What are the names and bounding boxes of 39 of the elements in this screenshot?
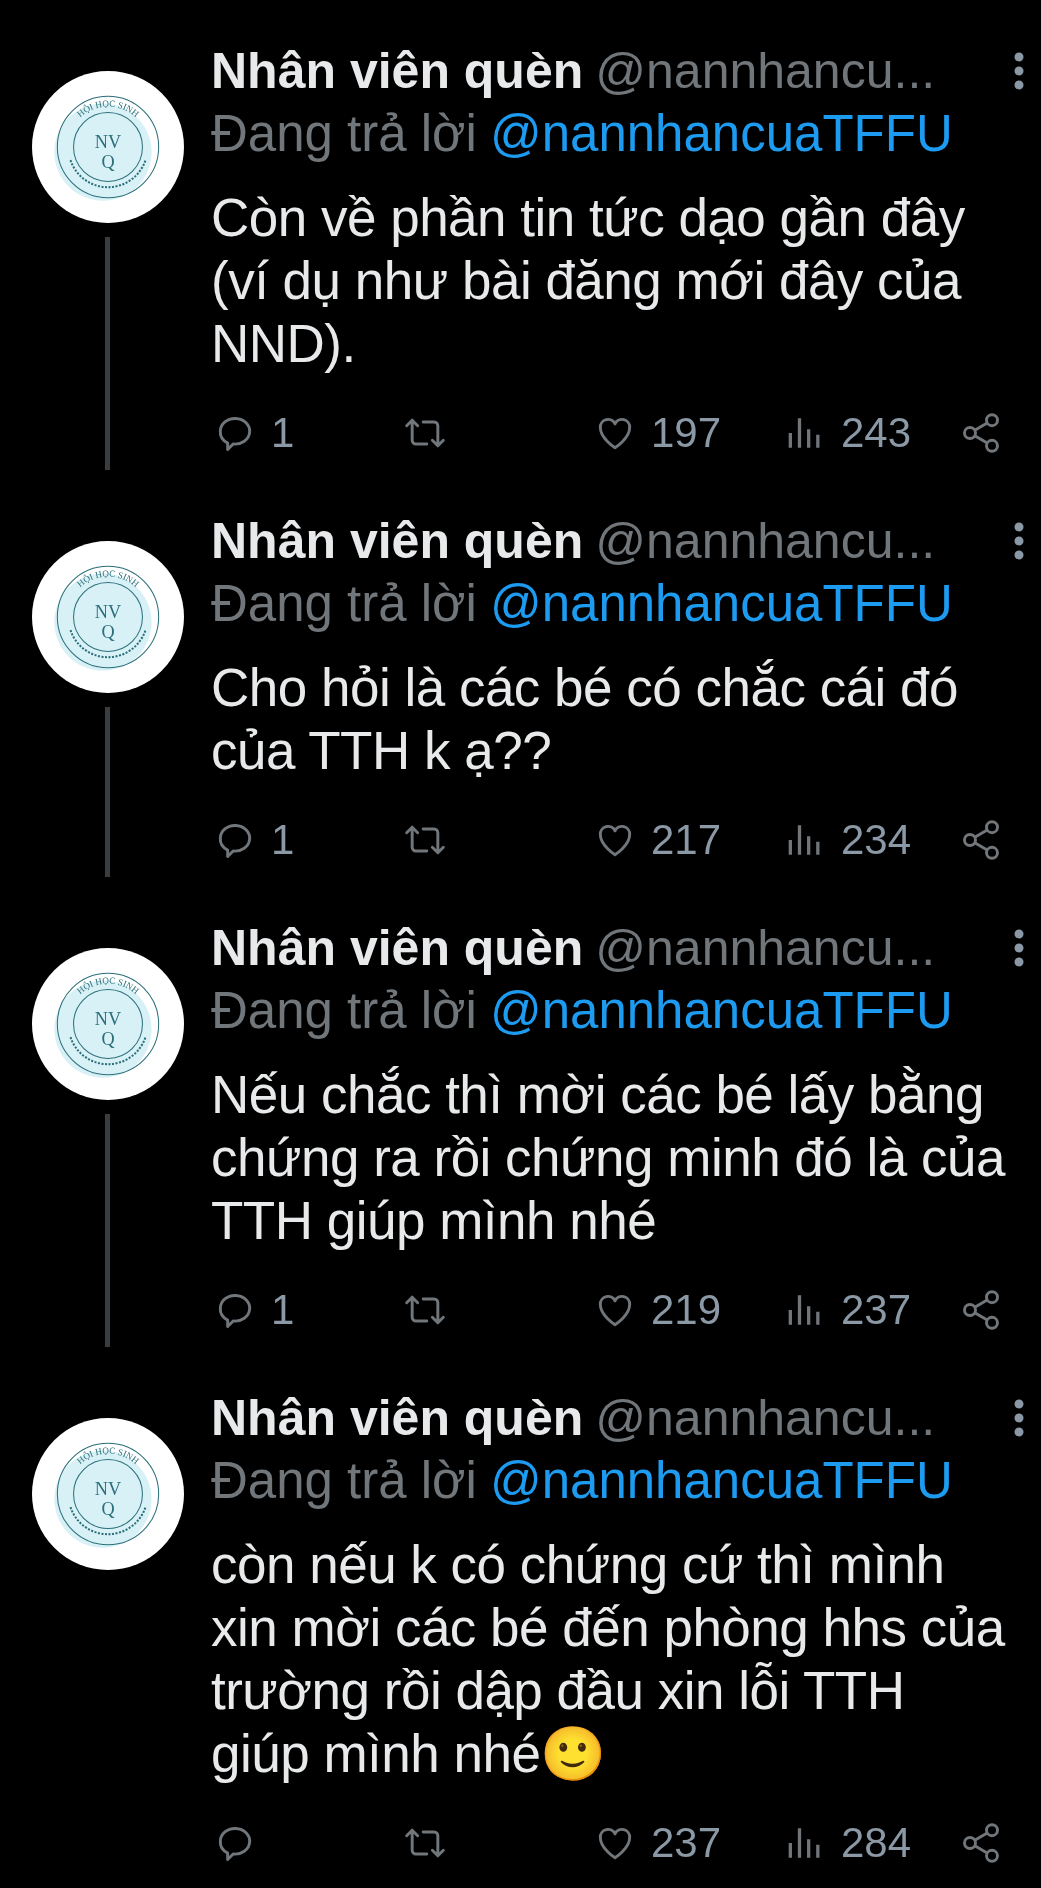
reply-count: 1 (271, 1286, 295, 1334)
tweet-text: còn nếu k có chứng cứ thì mình xin mời các bé đến phòng hhs của trường rồi dập đầu xin lỗi TTH giúp mình nhé🙂 (211, 1534, 1007, 1785)
more-options-icon[interactable] (1013, 521, 1025, 561)
avatar-logo[interactable]: HỘI HỌC SINH NV Q (31, 71, 184, 223)
author-handle[interactable]: @nannhancu... (595, 1389, 936, 1447)
author-handle[interactable]: @nannhancu... (595, 512, 936, 570)
like-count: 237 (651, 1819, 722, 1867)
more-options-icon[interactable] (1013, 51, 1025, 91)
reply-count: 1 (271, 409, 295, 457)
replying-to-label: Đang trả lời (211, 1450, 477, 1510)
view-count: 243 (841, 409, 912, 457)
mention-link[interactable]: @nannhancuaTFFU (489, 573, 953, 633)
author-name[interactable]: Nhân viên quèn (211, 512, 584, 570)
tweet-text: Còn về phần tin tức dạo gần đây (ví dụ như bài đăng mới đây của NND). (211, 187, 966, 375)
author-name[interactable]: Nhân viên quèn (211, 1389, 584, 1447)
more-options-icon[interactable] (1013, 928, 1025, 968)
avatar-logo[interactable]: HỘI HỌC SINH NV Q (31, 541, 184, 693)
like-count: 219 (651, 1286, 722, 1334)
replying-to-label: Đang trả lời (211, 573, 477, 633)
avatar-logo[interactable]: HỘI HỌC SINH NV Q (31, 948, 184, 1100)
like-count: 197 (651, 409, 722, 457)
reply-count: 1 (271, 816, 295, 864)
like-count: 217 (651, 816, 722, 864)
view-count: 234 (841, 816, 912, 864)
author-handle[interactable]: @nannhancu... (595, 919, 936, 977)
view-count: 237 (841, 1286, 912, 1334)
author-name[interactable]: Nhân viên quèn (211, 919, 584, 977)
tweet-text: Cho hỏi là các bé có chắc cái đó của TTH k ạ?? (211, 657, 960, 782)
mention-link[interactable]: @nannhancuaTFFU (489, 1450, 953, 1510)
mention-link[interactable]: @nannhancuaTFFU (489, 103, 953, 163)
replying-to-label: Đang trả lời (211, 980, 477, 1040)
avatar-logo[interactable]: HỘI HỌC SINH NV Q (31, 1418, 184, 1570)
replying-to-label: Đang trả lời (211, 103, 477, 163)
mention-link[interactable]: @nannhancuaTFFU (489, 980, 953, 1040)
author-name[interactable]: Nhân viên quèn (211, 42, 584, 100)
author-handle[interactable]: @nannhancu... (595, 42, 936, 100)
more-options-icon[interactable] (1013, 1398, 1025, 1438)
view-count: 284 (841, 1819, 912, 1867)
tweet-text: Nếu chắc thì mời các bé lấy bằng chứng ra rồi chứng minh đó là của TTH giúp mình nhé (211, 1064, 1007, 1252)
